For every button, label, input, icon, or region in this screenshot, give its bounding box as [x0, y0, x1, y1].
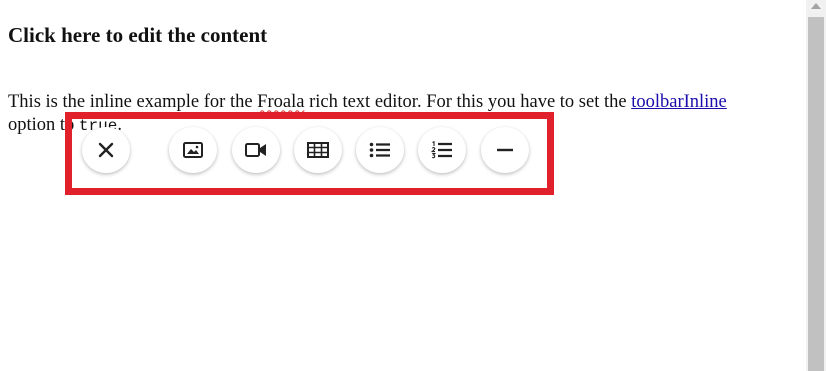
froala-word: Froala: [257, 91, 305, 112]
numbered-list-icon: [431, 141, 453, 159]
video-icon: [245, 143, 267, 157]
page: Click here to edit the content This is t…: [0, 0, 826, 371]
toolbar-inline-link[interactable]: toolbarInline: [631, 92, 727, 112]
table-icon: [307, 142, 329, 158]
ordered-list-button[interactable]: [418, 127, 466, 173]
paragraph-text-start: This is the inline example for the: [8, 91, 258, 112]
scrollbar-thumb[interactable]: [808, 17, 824, 371]
image-icon: [183, 142, 203, 158]
close-button[interactable]: [82, 127, 130, 173]
bulleted-list-icon: [369, 142, 391, 158]
insert-image-button[interactable]: [169, 127, 217, 173]
horizontal-line-button[interactable]: [481, 127, 529, 173]
close-icon: [98, 142, 114, 158]
vertical-scrollbar[interactable]: [806, 0, 826, 371]
insert-table-button[interactable]: [294, 127, 342, 173]
scroll-up-arrow-icon[interactable]: [811, 3, 821, 9]
horizontal-line-icon: [496, 148, 514, 152]
paragraph-text-middle: rich text editor. For this you have to s…: [304, 91, 632, 112]
content-heading[interactable]: Click here to edit the content: [8, 22, 267, 48]
unordered-list-button[interactable]: [356, 127, 404, 173]
insert-video-button[interactable]: [232, 127, 280, 173]
